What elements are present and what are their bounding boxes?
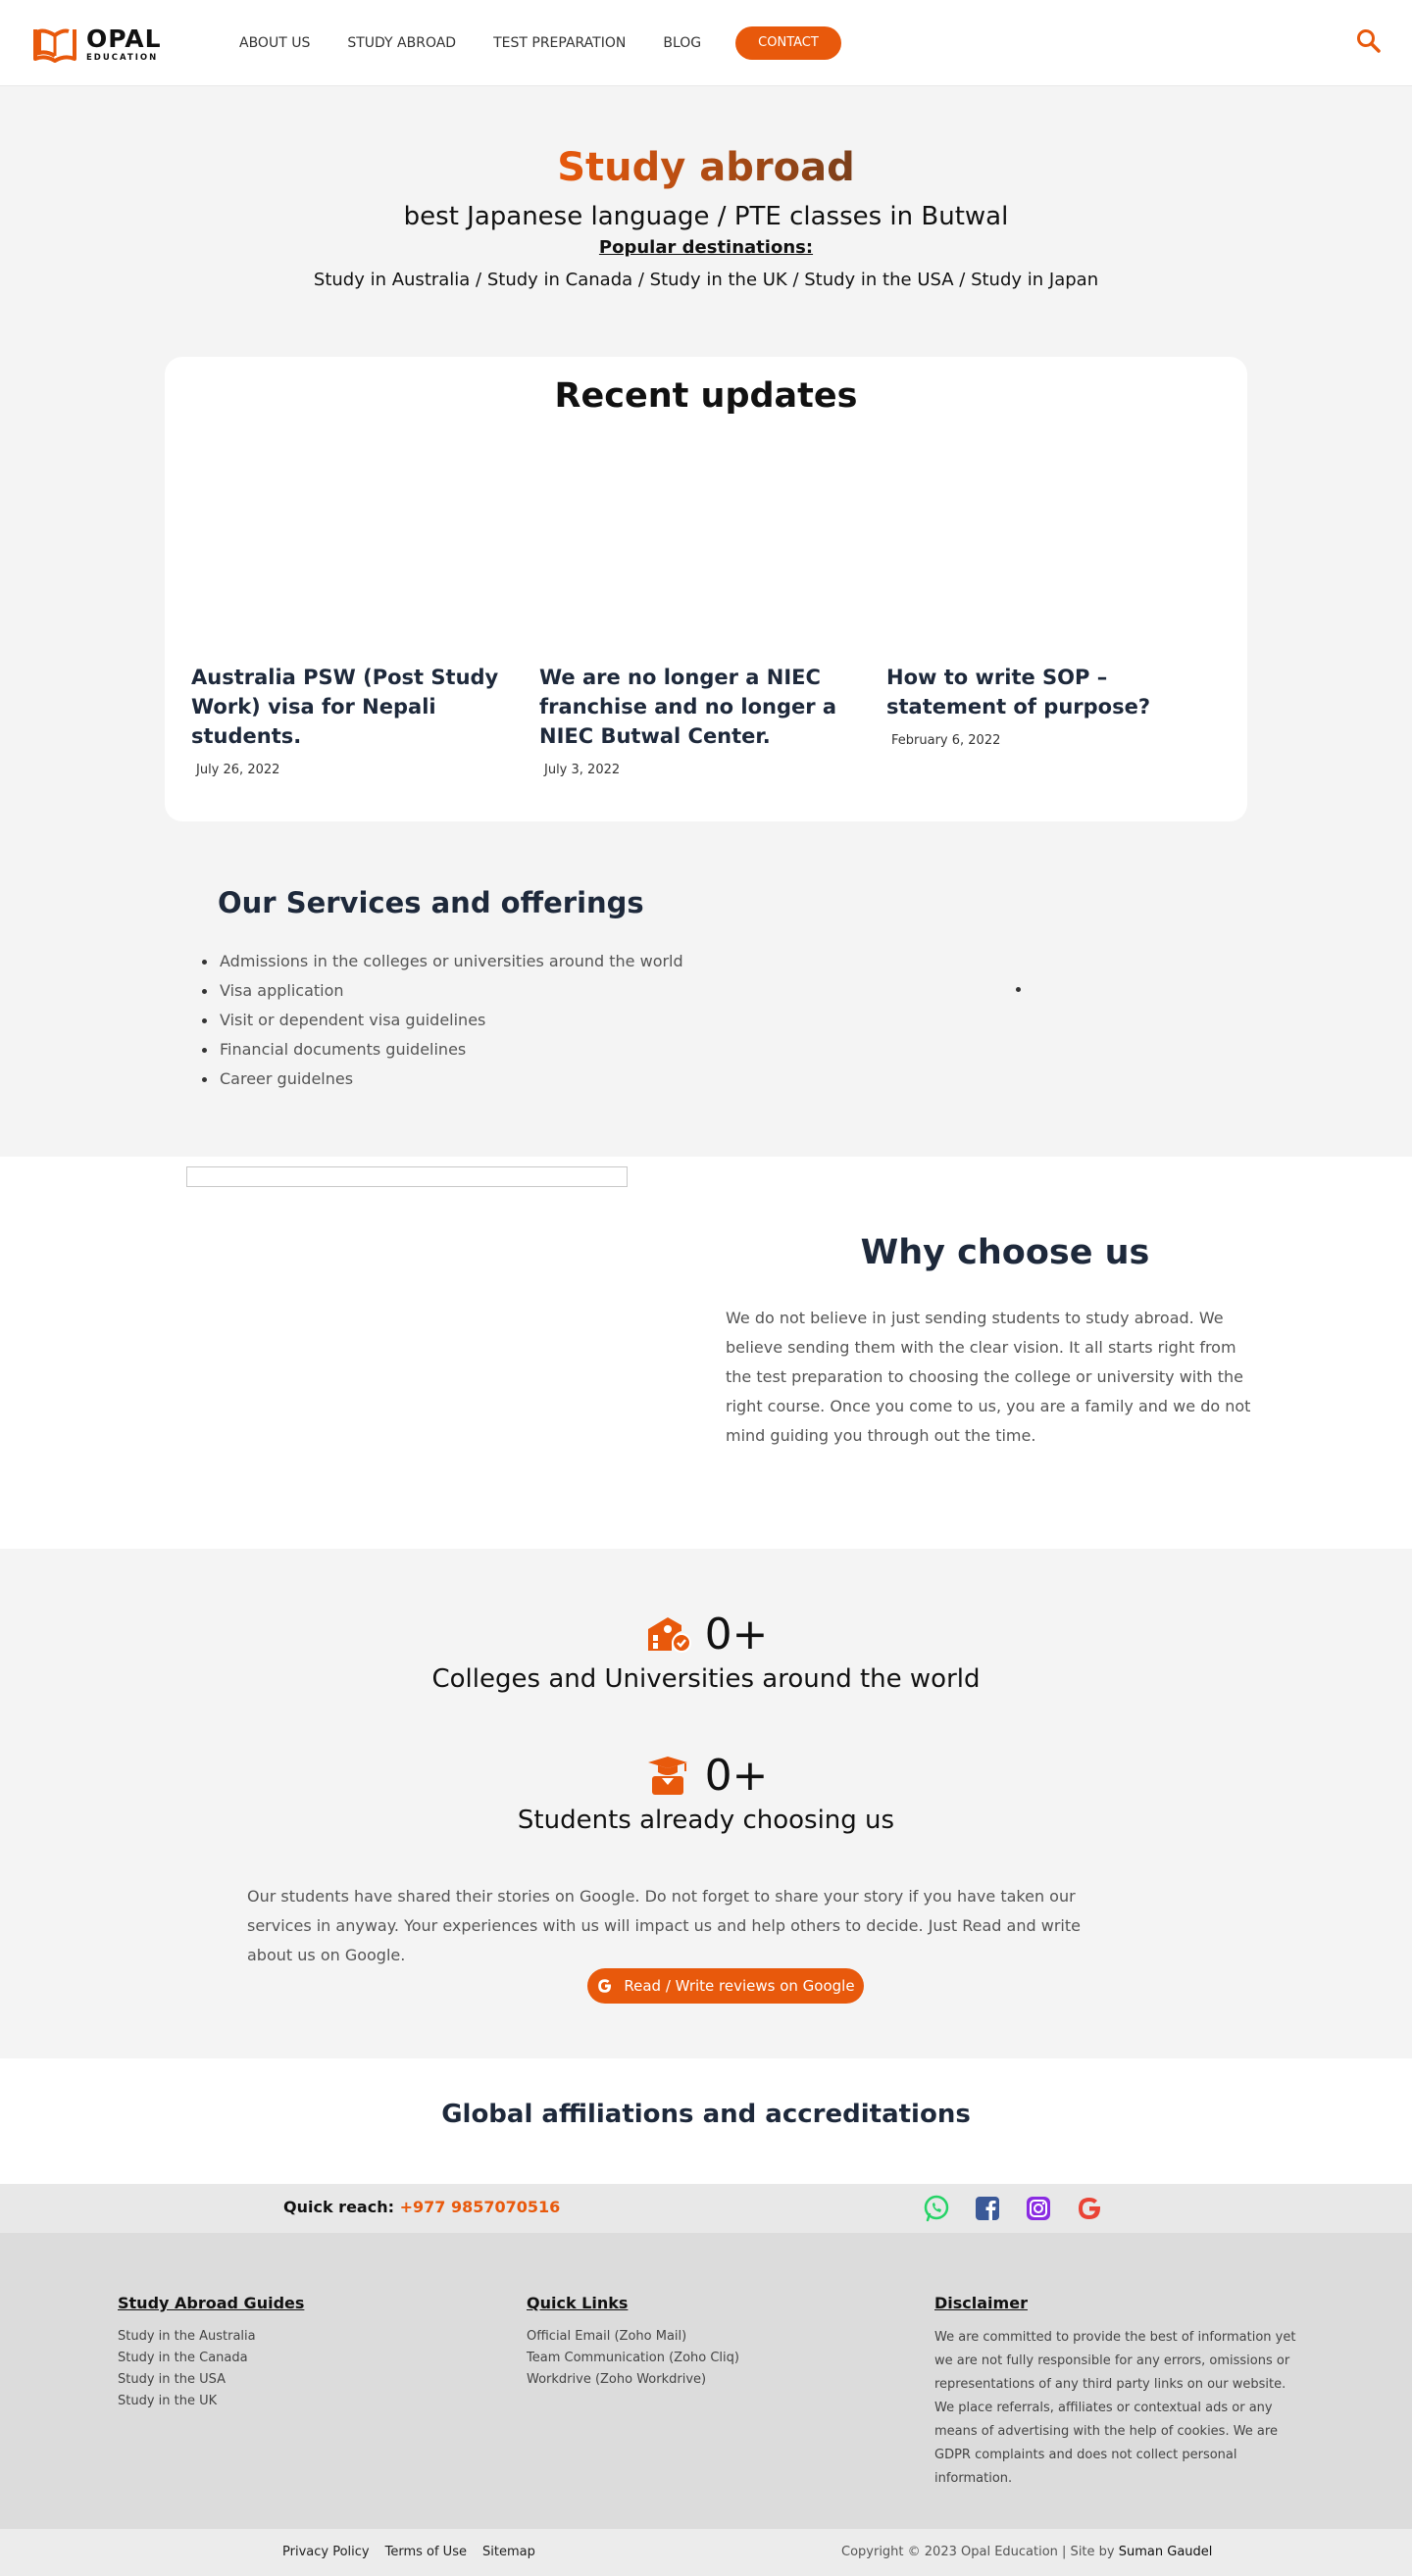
footer-link[interactable]: Official Email (Zoho Mail) [527,2326,739,2348]
stats-section: 0+ Colleges and Universities around the … [0,1549,1412,2058]
footer-disclaimer: Disclaimer We are committed to provide t… [934,2294,1297,2491]
brand-sub: EDUCATION [86,52,159,63]
book-logo-icon [33,28,76,63]
footer-link[interactable]: Workdrive (Zoho Workdrive) [527,2369,739,2391]
popular-destinations-label: Popular destinations: [598,237,814,258]
google-icon [598,1979,612,1993]
site-footer: Study Abroad Guides Study in the Austral… [0,2233,1412,2529]
why-title: Why choose us [860,1233,1150,1272]
services-title: Our Services and offerings [218,886,644,919]
copyright-text: Copyright © 2023 Opal Education | Site b… [841,2545,1115,2559]
hero-title: Study abroad [557,145,855,190]
list-item: Career guidelnes [202,1065,683,1094]
post-date: February 6, 2022 [891,733,1001,748]
services-list: Admissions in the colleges or universiti… [202,947,683,1094]
post-card[interactable]: Australia PSW (Post Study Work) visa for… [191,663,525,777]
stat-students: 0+ Students already choosing us [0,1750,1412,1836]
empty-list-bullet [1016,987,1021,992]
site-credit-link[interactable]: Suman Gaudel [1119,2545,1213,2559]
privacy-policy-link[interactable]: Privacy Policy [282,2545,370,2559]
footer-disclaimer-title: Disclaimer [934,2294,1028,2312]
footer-link[interactable]: Study in the Australia [118,2326,304,2348]
footer-link[interactable]: Study in the Canada [118,2348,304,2369]
google-icon[interactable] [1075,2194,1104,2223]
bottom-bar: Privacy Policy Terms of Use Sitemap Copy… [0,2529,1412,2576]
graduate-icon [647,1757,687,1795]
facebook-icon[interactable] [973,2194,1002,2223]
affiliations-section: Global affiliations and accreditations [0,2058,1412,2184]
disclaimer-text: We are committed to provide the best of … [934,2330,1296,2486]
logo[interactable]: OPAL EDUCATION [31,24,162,65]
list-item: Visa application [202,976,683,1006]
post-date: July 26, 2022 [196,763,280,777]
post-date: July 3, 2022 [544,763,621,777]
hero-subtitle: best Japanese language / PTE classes in … [403,202,1009,231]
brand-name: OPAL [86,24,162,53]
quick-reach-label: Quick reach: [283,2198,394,2216]
instagram-icon[interactable] [1024,2194,1053,2223]
google-reviews-text: Our students have shared their stories o… [247,1887,1081,1964]
google-reviews-label: Read / Write reviews on Google [624,1977,855,1995]
why-choose-us-section: Why choose us We do not believe in just … [0,1157,1412,1549]
quick-reach: Quick reach: +977 9857070516 [283,2198,560,2216]
school-icon [647,1617,691,1653]
destinations-links[interactable]: Study in Australia / Study in Canada / S… [0,270,1412,290]
nav-blog[interactable]: BLOG [663,35,701,51]
nav-test-preparation[interactable]: TEST PREPARATION [493,35,626,51]
post-title[interactable]: We are no longer a NIEC franchise and no… [539,663,873,751]
terms-of-use-link[interactable]: Terms of Use [385,2545,467,2559]
main-nav: ABOUT US STUDY ABROAD TEST PREPARATION B… [239,35,738,51]
footer-link[interactable]: Study in the USA [118,2369,304,2391]
whatsapp-icon[interactable] [922,2194,951,2223]
footer-guides: Study Abroad Guides Study in the Austral… [118,2294,304,2412]
legal-links: Privacy Policy Terms of Use Sitemap [282,2545,551,2559]
broken-image [186,1166,628,1187]
stat-colleges: 0+ Colleges and Universities around the … [0,1609,1412,1695]
recent-updates-title: Recent updates [554,376,858,416]
footer-quick-links-title: Quick Links [527,2294,629,2312]
list-item: Visit or dependent visa guidelines [202,1006,683,1035]
stat-value: 0+ [704,1750,769,1801]
site-header: OPAL EDUCATION ABOUT US STUDY ABROAD TES… [0,0,1412,86]
hero-section: Study abroad best Japanese language / PT… [0,86,1412,357]
phone-link[interactable]: +977 9857070516 [400,2198,561,2216]
list-item: Admissions in the colleges or universiti… [202,947,683,976]
why-text: We do not believe in just sending studen… [726,1309,1251,1445]
recent-updates-card: Recent updates Australia PSW (Post Study… [165,357,1247,821]
sitemap-link[interactable]: Sitemap [482,2545,535,2559]
stat-value: 0+ [704,1609,769,1660]
footer-link[interactable]: Team Communication (Zoho Cliq) [527,2348,739,2369]
list-item: Financial documents guidelines [202,1035,683,1065]
stat-label: Colleges and Universities around the wor… [431,1664,981,1694]
affiliations-title: Global affiliations and accreditations [441,2100,971,2129]
copyright: Copyright © 2023 Opal Education | Site b… [841,2545,1212,2559]
search-icon[interactable] [1355,27,1383,55]
footer-quick-links: Quick Links Official Email (Zoho Mail) T… [527,2294,739,2391]
stat-label: Students already choosing us [517,1806,895,1835]
quick-reach-bar: Quick reach: +977 9857070516 [0,2184,1412,2233]
post-card[interactable]: How to write SOP – statement of purpose?… [886,663,1220,748]
contact-button[interactable]: CONTACT [735,26,841,60]
nav-about-us[interactable]: ABOUT US [239,35,310,51]
google-reviews-button[interactable]: Read / Write reviews on Google [587,1968,864,2004]
nav-study-abroad[interactable]: STUDY ABROAD [347,35,456,51]
post-title[interactable]: How to write SOP – statement of purpose? [886,663,1220,721]
footer-link[interactable]: Study in the UK [118,2391,304,2412]
post-card[interactable]: We are no longer a NIEC franchise and no… [539,663,873,777]
post-title[interactable]: Australia PSW (Post Study Work) visa for… [191,663,525,751]
footer-guides-title: Study Abroad Guides [118,2294,305,2312]
